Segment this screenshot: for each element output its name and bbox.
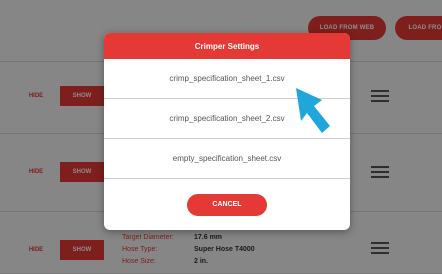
arrow-pointer-icon [296, 88, 330, 133]
dialog-title: Crimper Settings [104, 33, 350, 59]
dialog-footer: CANCEL [104, 179, 350, 230]
option-empty-spec-sheet[interactable]: empty_specification_sheet.csv [104, 139, 350, 179]
cancel-button[interactable]: CANCEL [187, 193, 267, 216]
